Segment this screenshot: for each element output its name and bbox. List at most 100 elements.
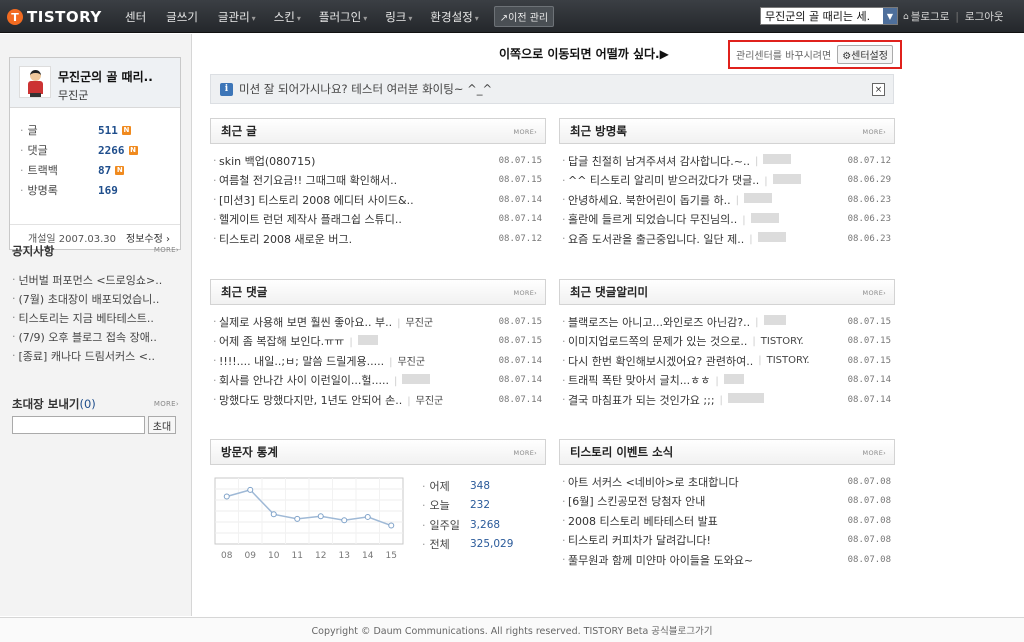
data-point[interactable] <box>247 486 254 493</box>
panel-title: 방문자 통계 <box>221 445 278 459</box>
sidebar: 무진군의 골 때리.. 무진군 글 511 N 댓글 2266 N 트랙백 87… <box>0 34 192 616</box>
data-point[interactable] <box>294 515 301 522</box>
list-item[interactable]: ·망했다도 망했다지만, 1년도 안되어 손..무진군08.07.14 <box>210 390 546 410</box>
panel-header: 최근 글 MORE› <box>210 118 546 144</box>
panel-events: 티스토리 이벤트 소식 MORE› · 아트 서커스 <네비아>로 초대합니다 08… <box>559 439 895 570</box>
prev-manage-button[interactable]: ↗이전 관리 <box>493 6 555 27</box>
panel-comment-alarm: 최근 댓글알리미 MORE› ·블랙로즈는 아니고...와인로즈 아닌감?..0… <box>559 279 895 410</box>
list-item[interactable]: ·안녕하세요. 북한어린이 돕기를 하..08.06.23 <box>559 190 895 210</box>
list-item[interactable]: · 티스토리 커피차가 달려갑니다! 08.07.08 <box>559 531 895 551</box>
notice-item[interactable]: [종료] 캐나다 드림서커스 <.. <box>12 346 184 365</box>
list-item[interactable]: · 헬게이트 런던 제작사 플래그쉽 스튜디.. 08.07.14 <box>210 210 546 230</box>
invite-more-link[interactable]: MORE› <box>154 400 179 408</box>
list-item[interactable]: ·요즘 도서관을 출근중입니다. 일단 제..08.06.23 <box>559 229 895 249</box>
panel-recent-posts: 최근 글 MORE› · skin 백업(080715) 08.07.15 · 여름철… <box>210 118 546 249</box>
list-item[interactable]: · 2008 티스토리 베타테스터 발표 08.07.08 <box>559 511 895 531</box>
list-item[interactable]: ·^^ 티스토리 알리미 받으러갔다가 댓글..08.06.29 <box>559 171 895 191</box>
visit-week: 일주일3,268 <box>422 515 542 535</box>
blog-name[interactable]: 무진군의 골 때리.. <box>58 68 153 85</box>
nav-skin[interactable]: 스킨 ▾ <box>265 9 310 25</box>
list-item[interactable]: ·어제 좀 복잡해 보인다.ㅠㅠ08.07.15 <box>210 332 546 352</box>
list-item[interactable]: ·답글 친절히 남겨주셔셔 감사합니다.~..08.07.12 <box>559 151 895 171</box>
more-link[interactable]: MORE› <box>863 289 886 297</box>
list-item[interactable]: ·홀란에 들르게 되었습니다 무진님의..08.06.23 <box>559 210 895 230</box>
list-item[interactable]: ·!!!!.... 내일..;ㅂ; 말씀 드릴게용.....무진군08.07.1… <box>210 351 546 371</box>
invite-email-input[interactable] <box>12 416 145 434</box>
tistory-logo[interactable]: T TISTORY <box>7 7 102 27</box>
panel-title: 최근 댓글알리미 <box>570 285 649 299</box>
center-settings-button[interactable]: ⚙센터설정 <box>837 45 893 64</box>
list-item[interactable]: · [6월] 스킨공모전 당첨자 안내 08.07.08 <box>559 492 895 512</box>
notice-more-link[interactable]: MORE› <box>154 246 179 254</box>
list-item[interactable]: · 여름철 전기요금!! 그때그때 확인해서.. 08.07.15 <box>210 171 546 191</box>
list-item[interactable]: · [미션3] 티스토리 2008 에디터 사이드&.. 08.07.14 <box>210 190 546 210</box>
mission-message: 미션 잘 되어가시나요? 테스터 여러분 화이팅~ ^_^ <box>239 82 493 96</box>
notice-list: 넌버벌 퍼포먼스 <드로잉쇼>.. (7월) 초대장이 배포되었습니.. 티스토… <box>12 270 184 365</box>
list-item[interactable]: · 아트 서커스 <네비아>로 초대합니다 08.07.08 <box>559 472 895 492</box>
logout-link[interactable]: 로그아웃 <box>965 9 1004 24</box>
data-point[interactable] <box>270 511 277 518</box>
notice-item[interactable]: 넌버벌 퍼포먼스 <드로잉쇼>.. <box>12 270 184 289</box>
data-point[interactable] <box>341 517 348 524</box>
list-item[interactable]: ·블랙로즈는 아니고...와인로즈 아닌감?..08.07.15 <box>559 312 895 332</box>
nav-link[interactable]: 링크 ▾ <box>376 9 421 25</box>
panel-header: 티스토리 이벤트 소식 MORE› <box>559 439 895 465</box>
list-item[interactable]: ·다시 한번 확인해보시겠어요? 관련하여..TISTORY.08.07.15 <box>559 351 895 371</box>
nav-center[interactable]: 센터 <box>116 9 157 25</box>
new-badge: N <box>128 145 138 155</box>
notice-item[interactable]: (7월) 초대장이 배포되었습니.. <box>12 289 184 308</box>
stat-posts[interactable]: 글 511 N <box>20 120 170 140</box>
nav-post-manage[interactable]: 글관리 ▾ <box>209 9 265 25</box>
more-link[interactable]: MORE› <box>863 449 886 457</box>
new-badge: N <box>115 165 125 175</box>
x-tick-label: 09 <box>245 551 257 561</box>
more-link[interactable]: MORE› <box>863 128 886 136</box>
list-item[interactable]: ·이미지업로드쪽의 문제가 있는 것으로..TISTORY.08.07.15 <box>559 332 895 352</box>
info-icon: i <box>220 82 233 96</box>
blog-select[interactable]: 무진군의 골 때리는 세. ▼ <box>760 7 898 25</box>
nav-write[interactable]: 글쓰기 <box>157 9 209 25</box>
visit-total: 전체325,029 <box>422 535 542 555</box>
close-icon[interactable]: × <box>872 83 885 96</box>
invite-count: (0) <box>79 397 96 411</box>
x-tick-label: 15 <box>386 551 397 561</box>
blog-link[interactable]: 블로그로 <box>911 9 950 24</box>
data-point[interactable] <box>388 522 395 529</box>
notice-item[interactable]: 티스토리는 지금 베타테스트.. <box>12 308 184 327</box>
more-link[interactable]: MORE› <box>514 289 537 297</box>
home-icon: ⌂ <box>903 11 909 22</box>
blog-stats: 글 511 N 댓글 2266 N 트랙백 87 N 방명록 169 <box>20 120 170 200</box>
top-nav: 센터 글쓰기 글관리 ▾ 스킨 ▾ 플러그인 ▾ 링크 ▾ 환경설정 ▾ ↗이전 관리 <box>116 0 555 33</box>
more-link[interactable]: MORE› <box>514 128 537 136</box>
mission-banner: i 미션 잘 되어가시나요? 테스터 여러분 화이팅~ ^_^ × <box>210 74 894 104</box>
list-item[interactable]: ·트래픽 폭탄 맞아서 글치...ㅎㅎ08.07.14 <box>559 371 895 391</box>
stat-guestbook[interactable]: 방명록 169 <box>20 180 170 200</box>
panel-title: 최근 글 <box>221 124 257 138</box>
data-point[interactable] <box>223 493 230 500</box>
avatar[interactable] <box>19 66 51 98</box>
stat-trackbacks[interactable]: 트랙백 87 N <box>20 160 170 180</box>
x-tick-label: 14 <box>362 551 374 561</box>
notice-item[interactable]: (7/9) 오후 블로그 접속 장애.. <box>12 327 184 346</box>
panel-header: 방문자 통계 MORE› <box>210 439 546 465</box>
notice-title: 공지사항 <box>12 244 55 258</box>
nav-plugin[interactable]: 플러그인 ▾ <box>310 9 376 25</box>
copyright-text[interactable]: Copyright © Daum Communications. All rig… <box>312 623 713 637</box>
visitor-chart-svg: 08 09 10 11 12 13 14 15 <box>214 477 404 561</box>
invite-button[interactable]: 초대 <box>148 416 176 434</box>
nav-settings[interactable]: 환경설정 ▾ <box>421 9 487 25</box>
visit-today: 오늘232 <box>422 496 542 516</box>
data-point[interactable] <box>364 513 371 520</box>
edit-info-link[interactable]: 정보수정 › <box>126 230 170 245</box>
list-item[interactable]: · 풀무원과 함께 미얀마 아이들을 도와요~ 08.07.08 <box>559 550 895 570</box>
more-link[interactable]: MORE› <box>514 449 537 457</box>
data-point[interactable] <box>317 513 324 520</box>
chevron-down-icon[interactable]: ▼ <box>883 8 897 24</box>
list-item[interactable]: ·결국 마침표가 되는 것인가요 ;;;08.07.14 <box>559 390 895 410</box>
stat-comments[interactable]: 댓글 2266 N <box>20 140 170 160</box>
list-item[interactable]: · skin 백업(080715) 08.07.15 <box>210 151 546 171</box>
annotation-text: 이쪽으로 이동되면 어떨까 싶다.▶ <box>499 47 669 61</box>
list-item[interactable]: ·실제로 사용해 보면 훨씬 좋아요.. 부..무진군08.07.15 <box>210 312 546 332</box>
list-item[interactable]: · 티스토리 2008 새로운 버그. 08.07.12 <box>210 229 546 249</box>
list-item[interactable]: ·회사를 안나간 사이 이런일이...헐.....08.07.14 <box>210 371 546 391</box>
